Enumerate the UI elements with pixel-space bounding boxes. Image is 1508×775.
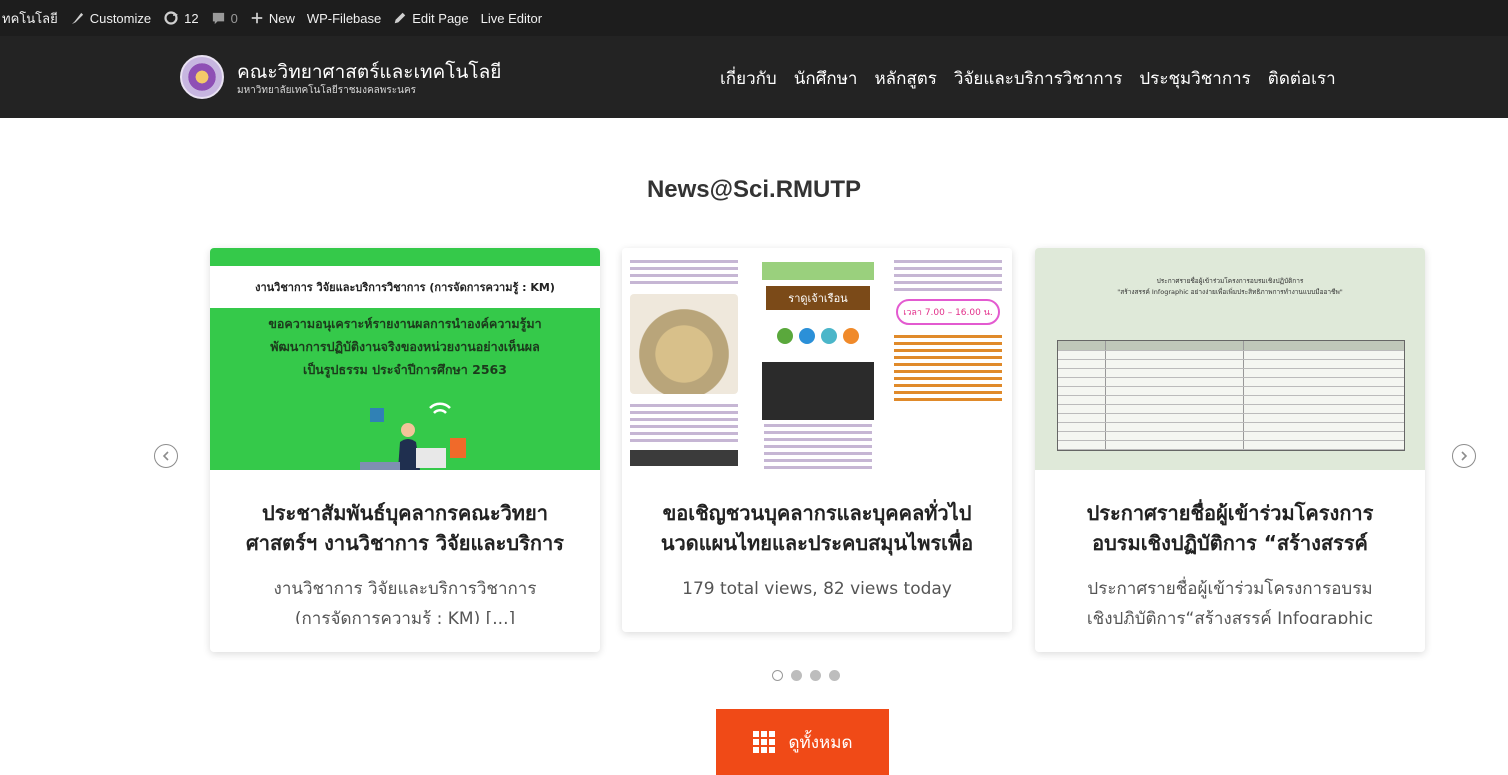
pagination-dot[interactable] (829, 670, 840, 681)
customize-link[interactable]: Customize (70, 11, 151, 26)
updates-count: 12 (184, 10, 199, 26)
edit-page-link[interactable]: Edit Page (393, 10, 469, 26)
card-image-text-line: ขอความอนุเคราะห์รายงานผลการนำองค์ความรู้… (268, 316, 542, 331)
card-views: 179 total views, 82 views today (622, 574, 1012, 608)
view-all-label: ดูทั้งหมด (788, 732, 853, 753)
pagination-dot[interactable] (791, 670, 802, 681)
card-title-line: ประกาศรายชื่อผู้เข้าร่วมโครงการ (1086, 501, 1374, 525)
nav-item-contact[interactable]: ติดต่อเรา (1268, 65, 1336, 92)
nav-item-research[interactable]: วิจัยและบริการวิชาการ (954, 65, 1122, 92)
main-nav: เกี่ยวกับ นักศึกษา หลักสูตร วิจัยและบริก… (720, 65, 1336, 92)
card-excerpt-line: (การจัดการความรู้ : KM) [...] (294, 609, 516, 624)
card-excerpt: งานวิชาการ วิจัยและบริการวิชาการ (การจัด… (210, 574, 600, 624)
card-excerpt-line: งานวิชาการ วิจัยและบริการวิชาการ (273, 579, 537, 599)
news-card-image[interactable]: งานวิชาการ วิจัยและบริการวิชาการ (การจัด… (210, 248, 600, 470)
carousel-prev-button[interactable] (154, 444, 178, 468)
person-laptop-illustration (360, 402, 466, 470)
nav-item-programs[interactable]: หลักสูตร (874, 65, 936, 92)
card-views-text: 179 total views, 82 views today (682, 579, 952, 599)
updates-icon (164, 11, 179, 25)
card-title-line: ประชาสัมพันธ์บุคลากรคณะวิทยา (262, 501, 548, 525)
card-image-text-line: เป็นรูปธรรม ประจำปีการศึกษา 2563 (303, 362, 507, 377)
poster-column-right: เวลา 7.00 – 16.00 น. (888, 256, 1008, 468)
card-title[interactable]: ขอเชิญชวนบุคลากรและบุคคลทั่วไป นวดแผนไทย… (622, 498, 1012, 560)
filebase-link[interactable]: WP-Filebase (307, 11, 381, 26)
nav-item-about[interactable]: เกี่ยวกับ (720, 65, 777, 92)
comments-link[interactable]: 0 (211, 11, 238, 26)
plus-icon (251, 12, 263, 24)
live-editor-label: Live Editor (480, 10, 543, 26)
news-card[interactable]: งานวิชาการ วิจัยและบริการวิชาการ (การจัด… (210, 248, 600, 652)
brush-icon (71, 12, 83, 24)
carousel-next-button[interactable] (1452, 444, 1476, 468)
site-name-label: ทคโนโลยี (2, 10, 58, 26)
live-editor-link[interactable]: Live Editor (481, 11, 542, 26)
poster-column-center: ราดูเจ้าเรือน (758, 256, 878, 469)
announcement-heading-line: "สร้างสรรค์ Infographic อย่างง่ายเพื่อเพ… (1117, 288, 1343, 296)
updates-link[interactable]: 12 (163, 10, 199, 26)
card-image-text: ขอความอนุเคราะห์รายงานผลการนำองค์ความรู้… (210, 312, 600, 381)
pencil-icon (395, 12, 406, 24)
customize-label: Customize (89, 10, 152, 26)
card-excerpt: ประกาศรายชื่อผู้เข้าร่วมโครงการอบรม เชิง… (1035, 574, 1425, 624)
new-label: New (268, 10, 295, 26)
pagination-dot[interactable] (810, 670, 821, 681)
card-title-line: อบรมเชิงปฏิบัติการ “สร้างสรรค์ (1092, 531, 1368, 555)
card-title-line: ขอเชิญชวนบุคลากรและบุคคลทั่วไป (662, 501, 972, 525)
card-excerpt-line: เชิงปฏิบัติการ“สร้างสรรค์ Infographic (1086, 609, 1374, 624)
nav-item-conference[interactable]: ประชุมวิชาการ (1139, 65, 1250, 92)
filebase-label: WP-Filebase (306, 10, 382, 26)
card-title[interactable]: ประกาศรายชื่อผู้เข้าร่วมโครงการ อบรมเชิง… (1035, 498, 1425, 560)
nav-item-students[interactable]: นักศึกษา (794, 65, 858, 92)
faculty-logo[interactable] (180, 55, 224, 99)
admin-site-name[interactable]: ทคโนโลยี (2, 8, 58, 29)
section-title: News@Sci.RMUTP (646, 176, 862, 203)
news-card[interactable]: ราดูเจ้าเรือน เวลา 7.00 – 16.00 น. ขอเชิ… (622, 248, 1012, 632)
announcement-table (1057, 340, 1405, 451)
chevron-left-icon (162, 451, 169, 461)
card-title-line: ศาสตร์ฯ งานวิชาการ วิจัยและบริการ (246, 531, 564, 555)
comments-count: 0 (230, 10, 238, 26)
poster-banner: ราดูเจ้าเรือน (766, 286, 870, 310)
edit-page-label: Edit Page (412, 10, 469, 26)
chevron-right-icon (1461, 451, 1468, 461)
carousel-pagination (772, 670, 840, 681)
poster-column (624, 256, 744, 468)
news-card-image[interactable]: ประกาศรายชื่อผู้เข้าร่วมโครงการอบรมเชิงป… (1035, 248, 1425, 470)
admin-bar: ทคโนโลยี Customize 12 0 New WP-Filebase … (0, 0, 1508, 36)
poster-time: เวลา 7.00 – 16.00 น. (896, 299, 1000, 325)
card-title[interactable]: ประชาสัมพันธ์บุคลากรคณะวิทยา ศาสตร์ฯ งาน… (210, 498, 600, 560)
news-card-image[interactable]: ราดูเจ้าเรือน เวลา 7.00 – 16.00 น. (622, 248, 1012, 470)
card-excerpt-line: ประกาศรายชื่อผู้เข้าร่วมโครงการอบรม (1087, 579, 1373, 599)
comment-icon (212, 12, 224, 24)
announcement-heading: ประกาศรายชื่อผู้เข้าร่วมโครงการอบรมเชิงป… (1035, 276, 1425, 298)
view-all-button[interactable]: ดูทั้งหมด (716, 709, 889, 775)
grid-icon (752, 731, 775, 753)
card-title-line: นวดแผนไทยและประคบสมุนไพรเพื่อ (660, 531, 974, 555)
card-image-text-line: พัฒนาการปฏิบัติงานจริงของหน่วยงานอย่างเห… (270, 339, 540, 354)
announcement-heading-line: ประกาศรายชื่อผู้เข้าร่วมโครงการอบรมเชิงป… (1156, 277, 1304, 285)
pagination-dot[interactable] (772, 670, 783, 681)
site-header: คณะวิทยาศาสตร์และเทคโนโลยี มหาวิทยาลัยเท… (0, 36, 1508, 118)
new-content-link[interactable]: New (250, 11, 295, 26)
card-image-header: งานวิชาการ วิจัยและบริการวิชาการ (การจัด… (210, 266, 600, 308)
site-subtitle: มหาวิทยาลัยเทคโนโลยีราชมงคลพระนคร (237, 85, 417, 96)
news-card[interactable]: ประกาศรายชื่อผู้เข้าร่วมโครงการอบรมเชิงป… (1035, 248, 1425, 652)
